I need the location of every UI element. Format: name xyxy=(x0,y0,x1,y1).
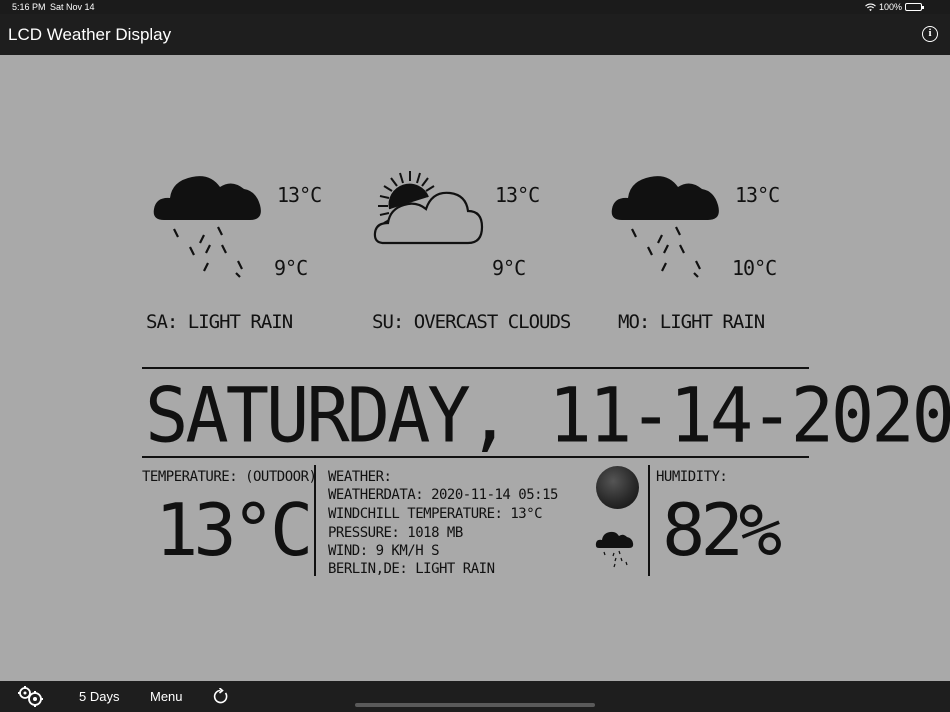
forecast-day-1: 13°C 9°C xyxy=(152,165,352,285)
forecast-label: MO: LIGHT RAIN xyxy=(618,311,765,333)
app-title: LCD Weather Display xyxy=(8,25,172,44)
sun-cloud-icon xyxy=(373,171,484,245)
wifi-icon xyxy=(865,2,876,11)
battery-icon xyxy=(905,3,924,11)
cloud-rain-icon xyxy=(595,531,634,568)
status-date: Sat Nov 14 xyxy=(50,2,95,12)
cloud-rain-icon xyxy=(611,176,719,278)
outdoor-temp-label: TEMPERATURE: (OUTDOOR) xyxy=(142,469,317,485)
forecast-low: 10°C xyxy=(732,256,777,280)
tab-5-days[interactable]: 5 Days xyxy=(79,689,119,704)
forecast-high: 13°C xyxy=(277,183,322,207)
status-right: 100% xyxy=(865,2,924,12)
pressure: PRESSURE: 1018 MB xyxy=(328,525,463,541)
wind: WIND: 9 KM/H S xyxy=(328,543,440,559)
weather-data-time: WEATHERDATA: 2020-11-14 05:15 xyxy=(328,487,558,503)
tab-menu[interactable]: Menu xyxy=(150,689,183,704)
forecast-label: SA: LIGHT RAIN xyxy=(146,311,293,333)
home-indicator xyxy=(355,703,595,707)
tab-bar: 5 Days Menu xyxy=(0,681,950,712)
outdoor-temp-value: 13°C xyxy=(155,488,313,572)
status-bar: 5:16 PM Sat Nov 14 100% xyxy=(0,0,950,14)
column-divider xyxy=(648,465,650,576)
bottom-divider xyxy=(142,456,809,458)
forecast-label: SU: OVERCAST CLOUDS xyxy=(372,311,571,333)
forecast-high: 13°C xyxy=(495,183,540,207)
forecast-high: 13°C xyxy=(735,183,780,207)
windchill-temp: WINDCHILL TEMPERATURE: 13°C xyxy=(328,506,543,522)
location-weather: BERLIN,DE: LIGHT RAIN xyxy=(328,561,495,577)
cloud-rain-icon xyxy=(153,176,261,278)
status-time: 5:16 PM xyxy=(12,2,46,12)
date-display: SATURDAY, 11-14-2020 xyxy=(145,370,950,460)
battery-percent: 100% xyxy=(878,2,902,12)
moon-phase-icon xyxy=(596,466,639,509)
weather-heading: WEATHER: xyxy=(328,469,392,485)
humidity-value: 82% xyxy=(662,488,782,572)
forecast-day-2: 13°C 9°C xyxy=(370,165,570,285)
forecast-low: 9°C xyxy=(492,256,526,280)
forecast-low: 9°C xyxy=(274,256,308,280)
nav-bar: LCD Weather Display i xyxy=(0,14,950,55)
gears-icon[interactable] xyxy=(16,685,46,707)
info-icon[interactable]: i xyxy=(922,26,938,42)
column-divider xyxy=(314,465,316,576)
humidity-label: HUMIDITY: xyxy=(656,469,728,485)
top-divider xyxy=(142,367,809,369)
forecast-day-3: 13°C 10°C xyxy=(610,165,810,285)
refresh-icon[interactable] xyxy=(212,688,229,705)
